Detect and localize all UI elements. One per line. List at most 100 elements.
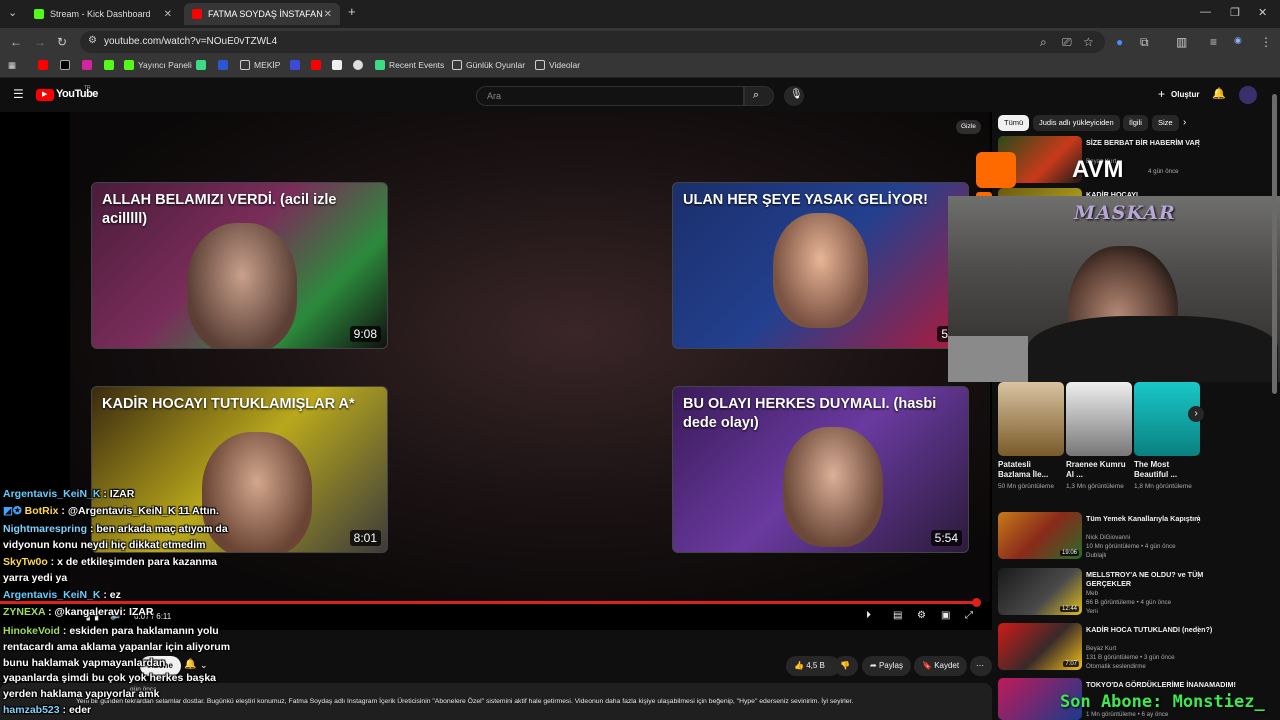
cast-icon[interactable]: ⎚ (1062, 35, 1072, 50)
restore-icon[interactable]: ❐ (1230, 6, 1240, 19)
bot-badge-icon: ◩✪ (3, 505, 25, 517)
bookmark-x[interactable] (60, 60, 74, 70)
kick-icon (34, 9, 44, 19)
more-vert-icon[interactable]: ⋮ (1194, 138, 1203, 149)
profile-icon[interactable]: ◉ (1234, 35, 1242, 46)
bookmark-videolar[interactable]: Videolar (535, 60, 580, 70)
related-video[interactable]: 12:44 MELLSTROY'A NE OLDU? ve TÜM GERÇEK… (998, 568, 1268, 620)
related-video[interactable]: 7:07 KADİR HOCA TUTUKLANDI (neden?) Beya… (998, 623, 1268, 675)
chevron-right-icon[interactable]: › (1183, 117, 1186, 128)
bookmark-kick[interactable] (104, 60, 118, 70)
forward-icon[interactable]: → (34, 35, 46, 49)
bookmark-mekip[interactable]: MEKİP (240, 60, 280, 70)
chip-uploader[interactable]: Judis adlı yükleyiciden (1033, 115, 1120, 131)
chat-user: Argentavis_KeiN_K (3, 488, 101, 500)
more-actions-button[interactable]: ⋯ (970, 656, 992, 676)
new-tab-icon[interactable]: + (348, 4, 356, 19)
tab-search-icon[interactable]: ⌄ (8, 6, 17, 19)
search-placeholder: Ara (487, 91, 502, 101)
endscreen-card-4[interactable]: BU OLAYI HERKES DUYMALI. (hasbi dede ola… (672, 386, 969, 553)
related-video[interactable]: SİZE BERBAT BİR HABERİM VAR Beyaz Kurt 4… (998, 136, 1268, 188)
bookmark-gunluk-oyunlar[interactable]: Günlük Oyunlar (452, 60, 525, 70)
sidepanel-icon[interactable]: ▥ (1176, 35, 1187, 49)
share-button[interactable]: ➦ Paylaş (862, 656, 911, 676)
chat-line: Nightmarespring : ben arkada maç atıyom … (3, 523, 228, 536)
extension-shield-icon[interactable]: ● (1116, 35, 1123, 49)
youtube-header: ☰ ▶ YouTube TR Ara ⌕ 🎙 + Oluştur 🔔 (0, 80, 1280, 110)
endscreen-card-2[interactable]: ULAN HER ŞEYE YASAK GELİYOR! 5:3 (672, 182, 969, 349)
more-vert-icon[interactable]: ⋮ (1194, 625, 1203, 636)
tab-youtube-video[interactable]: FATMA SOYDAŞ İNSTAFAN ✕ (184, 3, 340, 25)
bookmark-circle[interactable] (353, 60, 367, 70)
site-info-icon[interactable]: ⚙ (88, 35, 97, 46)
back-icon[interactable]: ← (10, 35, 22, 49)
reload-icon[interactable]: ↻ (57, 35, 67, 49)
url-field[interactable]: youtube.com/watch?v=NOuE0vTZWL4 (80, 31, 1105, 53)
settings-gear-icon[interactable]: ⚙ (917, 610, 926, 621)
more-vert-icon[interactable]: ⋮ (1194, 570, 1203, 581)
short-1[interactable] (998, 382, 1064, 456)
video-thumbnail: 12:44 (998, 568, 1082, 615)
bookmark-image[interactable] (332, 60, 346, 70)
hamburger-menu-icon[interactable]: ☰ (13, 87, 24, 101)
bookmark-instagram[interactable] (82, 60, 96, 70)
bookmark-youtube[interactable] (38, 60, 52, 70)
miniplayer-icon[interactable]: ▣ (941, 610, 950, 621)
dislike-button[interactable]: 👎 (834, 656, 858, 676)
save-button[interactable]: 🔖 Kaydet (914, 656, 968, 676)
voice-search-button[interactable]: 🎙 (784, 86, 804, 106)
bookmark-blue[interactable] (290, 60, 304, 70)
notifications-bell-icon[interactable]: 🔔 (1212, 87, 1226, 100)
endscreen-card-1[interactable]: ALLAH BELAMIZI VERDİ. (acil izle acillll… (91, 182, 388, 349)
bookmark-yayinci-paneli[interactable]: Yayıncı Paneli (124, 60, 192, 70)
close-icon[interactable]: ✕ (324, 9, 332, 20)
bookmark-app[interactable] (196, 60, 210, 70)
autoplay-toggle[interactable]: ⏵ (866, 610, 871, 621)
avm-overlay-text: AVM (1072, 156, 1124, 183)
play-triangle-icon: ▶ (42, 91, 48, 98)
x-icon (60, 60, 70, 70)
avatar[interactable] (1239, 86, 1257, 104)
bookmark-recent-events[interactable]: Recent Events (375, 60, 444, 70)
share-icon: ➦ (870, 661, 879, 670)
tab-kick-dashboard[interactable]: Stream - Kick Dashboard ✕ (26, 3, 180, 25)
chip-label: Judis adlı yükleyiciden (1039, 118, 1114, 127)
chat-message: vidyonun konu neydi hiç dikkat etmedim (3, 539, 206, 551)
folder-icon (535, 60, 545, 70)
window-close-icon[interactable]: ✕ (1258, 6, 1267, 19)
reading-list-icon[interactable]: ≡ (1210, 35, 1217, 49)
shorts-next-icon[interactable]: › (1188, 406, 1204, 422)
bookmark-arrow[interactable] (218, 60, 232, 70)
chip-for-you[interactable]: Size (1152, 115, 1179, 131)
more-vert-icon[interactable]: ⋮ (1194, 514, 1203, 525)
tab-label: Stream - Kick Dashboard (50, 9, 151, 19)
like-button[interactable]: 👍 4,5 B (786, 656, 840, 676)
page-scrollbar[interactable] (1272, 94, 1277, 394)
search-button[interactable]: ⌕ (744, 86, 774, 106)
short-2[interactable] (1066, 382, 1132, 456)
chip-label: İlgili (1129, 118, 1142, 127)
search-input[interactable]: Ara (476, 86, 744, 106)
youtube-logo-text: YouTube (56, 88, 98, 100)
like-count: 4,5 B (806, 661, 825, 670)
chip-all[interactable]: Tümü (998, 115, 1030, 131)
minimize-icon[interactable]: — (1200, 6, 1211, 18)
zoom-icon[interactable]: ⌕ (1040, 35, 1047, 50)
bookmark-youtube-2[interactable] (311, 60, 325, 70)
close-icon[interactable]: ✕ (164, 9, 172, 20)
create-button[interactable]: Oluştur (1171, 90, 1199, 99)
chat-message: rentacardı ama aklama yapanlar için aliy… (3, 641, 231, 653)
hide-chip[interactable]: Gizle (956, 120, 981, 134)
bookmark-star-icon[interactable]: ☆ (1083, 35, 1094, 49)
subtitles-icon[interactable]: ▤ (893, 610, 902, 621)
extensions-icon[interactable]: ⧉ (1140, 35, 1149, 50)
fullscreen-icon[interactable]: ⤢ (965, 610, 973, 621)
apps-grid-icon[interactable]: ▦ (8, 60, 16, 71)
short-title: Patatesli Bazlama İle... (998, 460, 1049, 479)
chat-message: : @Argentavis_KeiN_K 11 Attın. (61, 505, 219, 517)
create-plus-icon[interactable]: + (1158, 87, 1165, 101)
chip-related[interactable]: İlgili (1123, 115, 1148, 131)
menu-kebab-icon[interactable]: ⋮ (1260, 35, 1272, 49)
chip-label: Size (1158, 118, 1173, 127)
related-video[interactable]: 19:06 Tüm Yemek Kanallarıyla Kapıştım Ni… (998, 512, 1268, 564)
